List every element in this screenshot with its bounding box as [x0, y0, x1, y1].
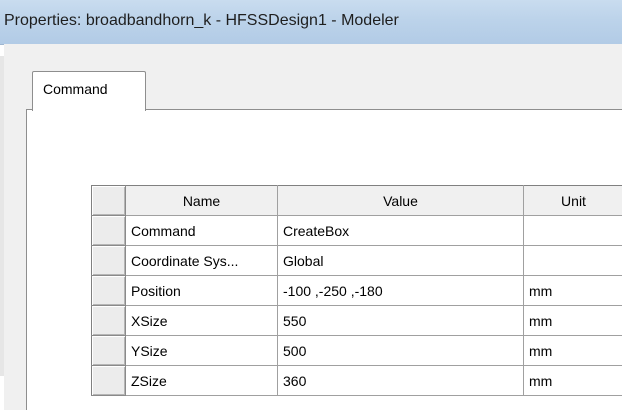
property-unit[interactable]: mm [523, 305, 622, 336]
row-selector[interactable] [91, 365, 126, 396]
property-value[interactable]: 550 [277, 305, 524, 336]
tab-panel: Name Value Unit Command CreateBox Coordi… [26, 109, 622, 410]
property-value[interactable]: -100 ,-250 ,-180 [277, 275, 524, 306]
property-name: XSize [125, 305, 278, 336]
title-bar[interactable]: Properties: broadbandhorn_k - HFSSDesign… [0, 0, 622, 45]
table-row[interactable]: XSize 550 mm [91, 305, 622, 336]
property-name: ZSize [125, 365, 278, 396]
property-unit[interactable]: mm [523, 335, 622, 366]
properties-grid: Name Value Unit Command CreateBox Coordi… [91, 185, 622, 396]
property-value[interactable]: Global [277, 245, 524, 276]
table-row[interactable]: Command CreateBox [91, 215, 622, 246]
column-header-unit[interactable]: Unit [523, 185, 622, 216]
row-selector[interactable] [91, 215, 126, 246]
table-row[interactable]: Coordinate Sys... Global [91, 245, 622, 276]
window-title: Properties: broadbandhorn_k - HFSSDesign… [4, 12, 399, 29]
grid-corner-cell[interactable] [91, 185, 126, 216]
property-value[interactable]: CreateBox [277, 215, 524, 246]
row-selector[interactable] [91, 245, 126, 276]
column-header-name[interactable]: Name [125, 185, 278, 216]
tab-command-label: Command [43, 81, 108, 97]
property-unit[interactable] [523, 215, 622, 246]
row-selector[interactable] [91, 275, 126, 306]
property-name: Coordinate Sys... [125, 245, 278, 276]
property-unit[interactable]: mm [523, 275, 622, 306]
grid-header-row: Name Value Unit [91, 185, 622, 216]
property-unit[interactable] [523, 245, 622, 276]
tab-command[interactable]: Command [32, 71, 146, 111]
table-row[interactable]: ZSize 360 mm [91, 365, 622, 396]
property-unit[interactable]: mm [523, 365, 622, 396]
property-name: Position [125, 275, 278, 306]
property-value[interactable]: 360 [277, 365, 524, 396]
table-row[interactable]: Position -100 ,-250 ,-180 mm [91, 275, 622, 306]
property-name: Command [125, 215, 278, 246]
row-selector[interactable] [91, 335, 126, 366]
dialog-client-area: Command Name Value Unit Command CreateBo… [4, 44, 622, 410]
table-row[interactable]: YSize 500 mm [91, 335, 622, 366]
column-header-value[interactable]: Value [277, 185, 524, 216]
property-name: YSize [125, 335, 278, 366]
property-value[interactable]: 500 [277, 335, 524, 366]
row-selector[interactable] [91, 305, 126, 336]
